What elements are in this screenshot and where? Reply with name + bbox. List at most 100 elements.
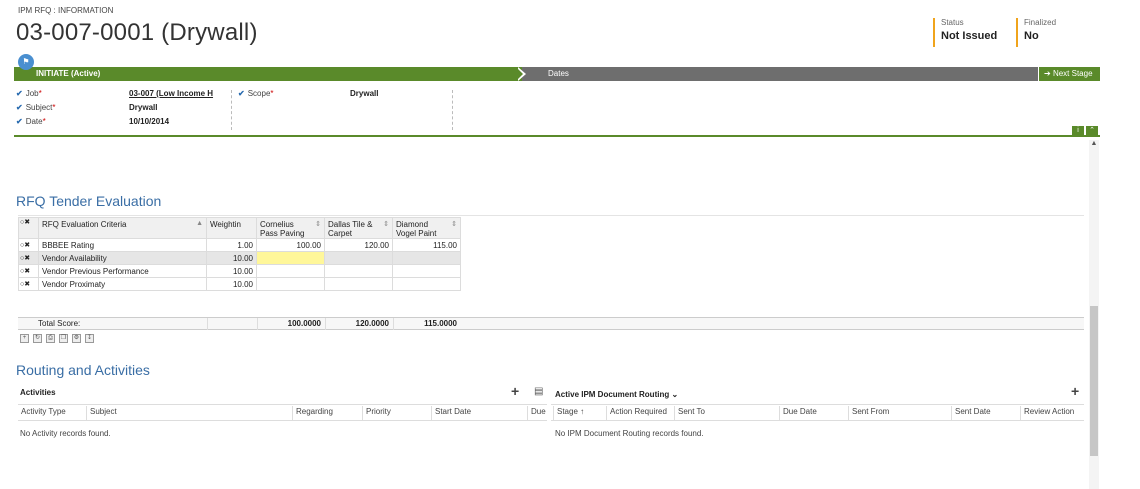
stage-dates[interactable]: Dates xyxy=(522,67,1038,81)
table-row[interactable]: ○✖ Vendor Availability 10.00 xyxy=(18,251,461,265)
criteria-cell[interactable]: Vendor Previous Performance xyxy=(38,264,207,278)
activities-empty-message: No Activity records found. xyxy=(20,429,111,438)
sort-up-icon[interactable]: ▲ xyxy=(196,220,203,227)
print-icon[interactable]: ⎙ xyxy=(46,334,55,343)
vendor-2-cell[interactable] xyxy=(324,277,393,291)
vendor-2-cell[interactable]: 120.00 xyxy=(324,238,393,252)
scope-value[interactable]: Drywall xyxy=(350,88,378,102)
next-stage-button[interactable]: ➔ Next Stage xyxy=(1038,67,1100,81)
delete-icon[interactable]: ✖ xyxy=(24,255,30,262)
col-action-required[interactable]: Action Required xyxy=(606,406,674,420)
active-stage[interactable]: INITIATE (Active) xyxy=(14,67,522,81)
required-icon: * xyxy=(42,117,46,126)
col-vendor-3[interactable]: ⇕ Diamond Vogel Paint xyxy=(392,217,461,239)
col-stage[interactable]: Stage ↑ xyxy=(553,406,606,420)
col-sent-date[interactable]: Sent Date xyxy=(951,406,1020,420)
row-controls: ○✖ xyxy=(18,277,39,291)
scope-label: Scope xyxy=(247,89,271,98)
vendor-3-cell[interactable]: 115.00 xyxy=(392,238,461,252)
col-sent-from[interactable]: Sent From xyxy=(848,406,951,420)
col-start-date[interactable]: Start Date xyxy=(431,406,527,420)
delete-icon[interactable]: ✖ xyxy=(24,219,30,226)
tender-grid: ○✖ RFQ Evaluation Criteria ▲ Weightin ⇕ Co… xyxy=(18,217,461,291)
col-regarding[interactable]: Regarding xyxy=(292,406,362,420)
sort-icon[interactable]: ⇕ xyxy=(451,220,457,229)
weighting-cell[interactable]: 10.00 xyxy=(206,264,257,278)
stage-fields-left: ✔ Job* ✔ Subject* ✔ Date* xyxy=(16,88,56,130)
next-stage-label: Next Stage xyxy=(1052,69,1093,78)
col-vendor-2-line2: Carpet xyxy=(328,229,353,238)
job-lookup-link[interactable]: 03-007 (Low Income H xyxy=(129,88,223,102)
vendor-2-cell[interactable] xyxy=(324,251,393,265)
col-priority[interactable]: Priority xyxy=(362,406,431,420)
sort-icon[interactable]: ⇕ xyxy=(383,220,389,229)
entity-label: IPM RFQ : INFORMATION xyxy=(18,6,114,15)
vendor-3-cell[interactable] xyxy=(392,264,461,278)
col-vendor-3-line2: Vogel Paint xyxy=(396,229,437,238)
col-subject[interactable]: Subject xyxy=(86,406,292,420)
vendor-3-cell[interactable] xyxy=(392,251,461,265)
criteria-cell[interactable]: Vendor Proximaty xyxy=(38,277,207,291)
collapse-icon[interactable]: ⌃ xyxy=(1086,126,1098,135)
add-routing-icon[interactable]: + xyxy=(1071,383,1079,399)
scrollbar-thumb[interactable] xyxy=(1090,306,1098,456)
doc-header-top xyxy=(551,404,1084,405)
weighting-cell[interactable]: 10.00 xyxy=(206,277,257,291)
info-icon[interactable]: i xyxy=(1072,126,1084,135)
delete-icon[interactable]: ✖ xyxy=(24,242,30,249)
finalized-field: Finalized No xyxy=(1016,18,1056,47)
weighting-cell[interactable]: 10.00 xyxy=(206,251,257,265)
vendor-2-cell[interactable] xyxy=(324,264,393,278)
col-activity-type[interactable]: Activity Type xyxy=(18,406,86,420)
sort-icon[interactable]: ⇕ xyxy=(315,220,321,229)
arrow-right-icon: ➔ xyxy=(1044,69,1051,78)
total-vendor-1: 100.0000 xyxy=(257,318,325,330)
vendor-3-cell[interactable] xyxy=(392,277,461,291)
delete-icon[interactable]: ✖ xyxy=(24,281,30,288)
export-icon[interactable]: ↧ xyxy=(85,334,94,343)
col-review-action[interactable]: Review Action xyxy=(1020,406,1084,420)
required-icon: * xyxy=(52,103,56,112)
view-icon[interactable]: ▤ xyxy=(534,386,543,397)
job-field-row: ✔ Job* xyxy=(16,88,56,102)
add-activity-icon[interactable]: + xyxy=(511,383,519,399)
vendor-1-cell[interactable] xyxy=(256,264,325,278)
refresh-icon[interactable]: ↻ xyxy=(33,334,42,343)
col-vendor-3-line1: Diamond xyxy=(396,220,429,229)
row-controls: ○✖ xyxy=(18,251,39,265)
criteria-cell[interactable]: BBBEE Rating xyxy=(38,238,207,252)
copy-icon[interactable]: ❐ xyxy=(59,334,68,343)
total-weighting-cell xyxy=(207,318,257,330)
col-sent-to[interactable]: Sent To xyxy=(674,406,779,420)
page-title: 03-007-0001 (Drywall) xyxy=(16,19,258,46)
col-criteria[interactable]: RFQ Evaluation Criteria ▲ xyxy=(38,217,207,239)
finalized-label: Finalized xyxy=(1024,18,1057,27)
col-vendor-1[interactable]: ⇕ Cornelius Pass Paving xyxy=(256,217,325,239)
col-vendor-2[interactable]: ⇕ Dallas Tile & Carpet xyxy=(324,217,393,239)
check-icon: ✔ xyxy=(16,117,23,126)
doc-routing-selector[interactable]: Active IPM Document Routing ⌄ xyxy=(555,390,678,399)
stage-values-left: 03-007 (Low Income H Drywall 10/10/2014 xyxy=(129,88,223,130)
col-vendor-2-line1: Dallas Tile & xyxy=(328,220,373,229)
add-row-icon[interactable]: + xyxy=(20,334,29,343)
col-due-date[interactable]: Due D xyxy=(527,406,547,420)
vendor-1-cell[interactable] xyxy=(256,277,325,291)
table-row[interactable]: ○✖ Vendor Previous Performance 10.00 xyxy=(18,264,461,278)
table-row[interactable]: ○✖ BBBEE Rating 1.00 100.00 120.00 115.0… xyxy=(18,238,461,252)
status-value: Not Issued xyxy=(941,30,998,42)
criteria-cell[interactable]: Vendor Availability xyxy=(38,251,207,265)
date-value[interactable]: 10/10/2014 xyxy=(129,116,223,130)
settings-icon[interactable]: ⚙ xyxy=(72,334,81,343)
delete-icon[interactable]: ✖ xyxy=(24,268,30,275)
table-row[interactable]: ○✖ Vendor Proximaty 10.00 xyxy=(18,277,461,291)
required-icon: * xyxy=(270,89,274,98)
col-doc-due-date[interactable]: Due Date xyxy=(779,406,848,420)
activities-header-top xyxy=(18,404,547,405)
vendor-1-cell[interactable] xyxy=(256,251,325,265)
scroll-up-icon[interactable]: ▲ xyxy=(1089,140,1099,148)
col-weighting[interactable]: Weightin xyxy=(206,217,257,239)
weighting-cell[interactable]: 1.00 xyxy=(206,238,257,252)
vendor-1-cell[interactable]: 100.00 xyxy=(256,238,325,252)
process-flag-icon[interactable]: ⚑ xyxy=(18,54,34,70)
subject-value[interactable]: Drywall xyxy=(129,102,223,116)
